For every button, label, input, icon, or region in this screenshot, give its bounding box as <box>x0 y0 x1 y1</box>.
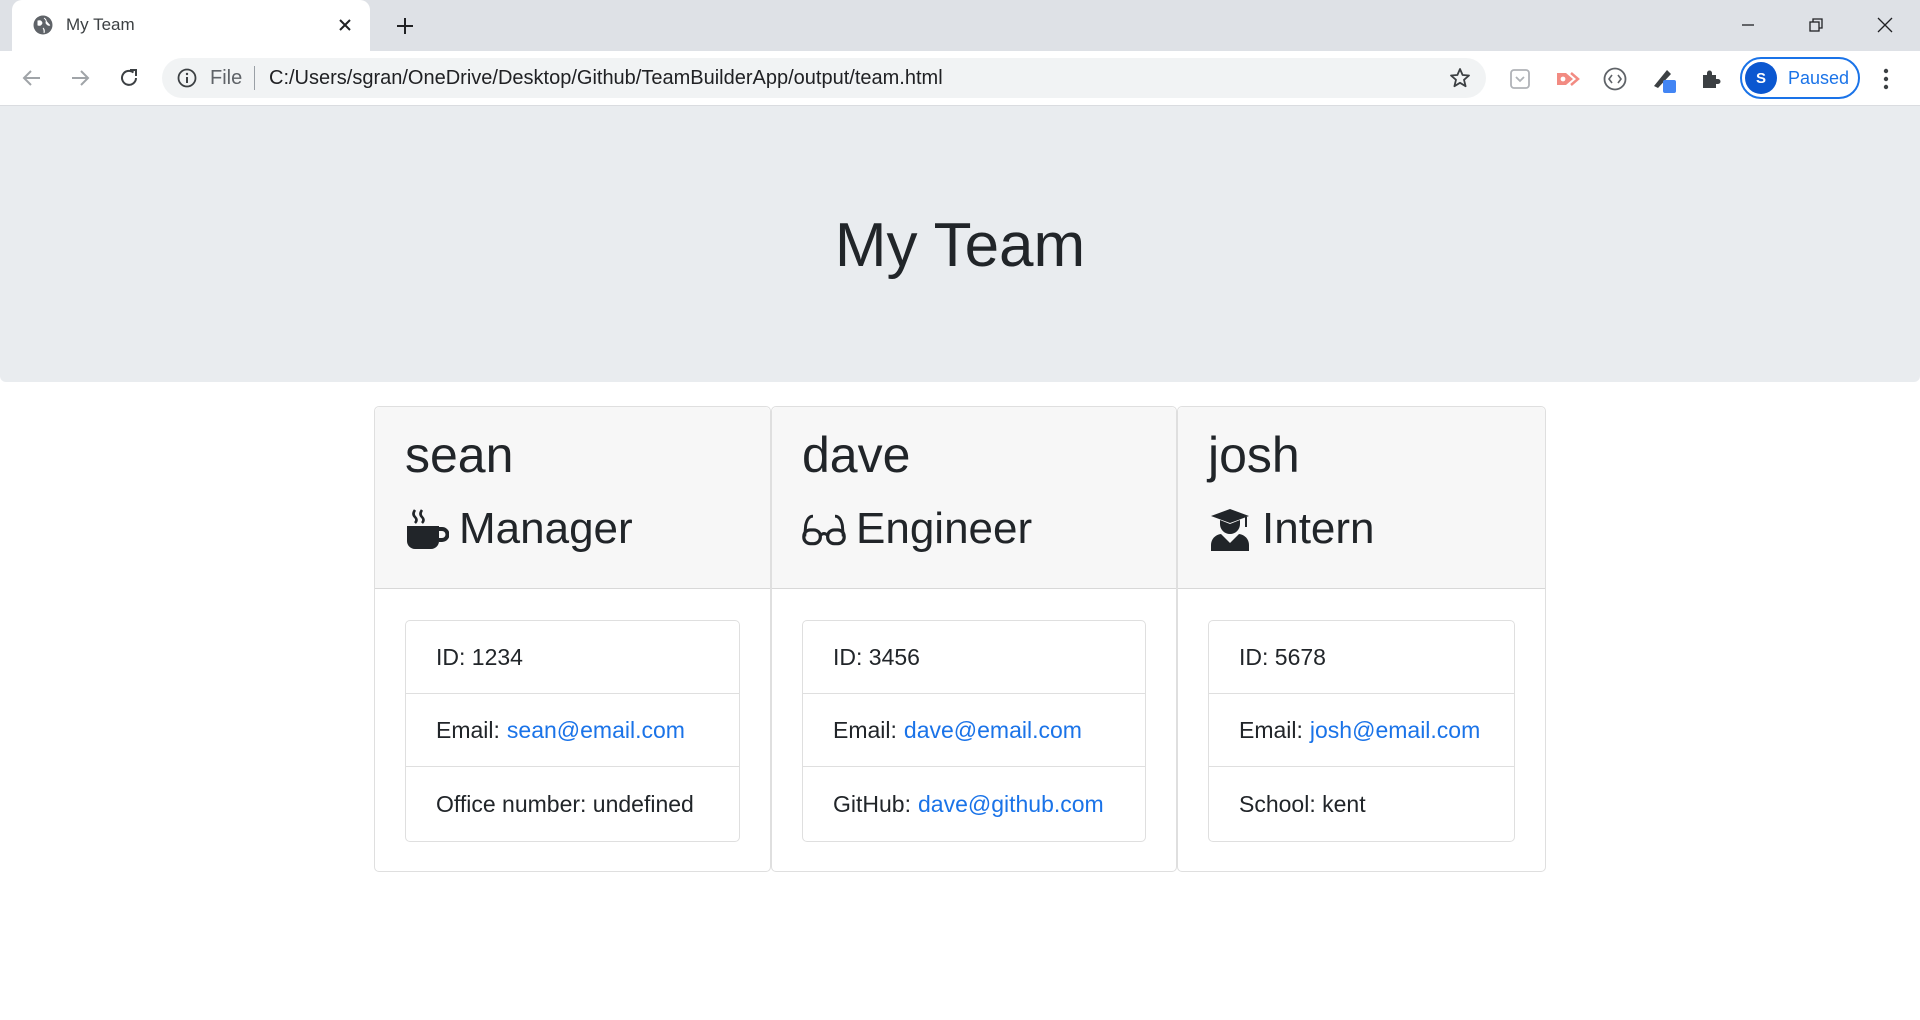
back-button[interactable] <box>17 63 47 93</box>
profile-button[interactable]: S Paused <box>1740 57 1860 99</box>
email-label: Email: <box>1239 716 1303 743</box>
list-item-id: ID: 1234 <box>406 621 739 694</box>
screencast-extension-icon[interactable] <box>1553 65 1581 93</box>
list-item-id: ID: 5678 <box>1209 621 1514 694</box>
employee-name: dave <box>802 427 911 483</box>
profile-status: Paused <box>1788 68 1850 88</box>
list-item-id: ID: 3456 <box>803 621 1145 694</box>
employee-card-manager: sean Manager ID: 1234 Email: sean@email.… <box>374 406 771 872</box>
forward-button[interactable] <box>65 63 95 93</box>
employee-role: Engineer <box>802 499 1032 559</box>
employee-card-intern: josh Intern ID: 5678 Email: josh@email.c… <box>1177 406 1546 872</box>
email-link[interactable]: dave@email.com <box>904 717 1082 744</box>
url-scheme: File <box>210 67 243 89</box>
puzzle-extensions-icon[interactable] <box>1697 65 1725 93</box>
restore-button[interactable] <box>1801 10 1831 40</box>
office-number-text: Office number: undefined <box>436 790 694 817</box>
info-icon[interactable] <box>176 67 198 89</box>
list-item-email: Email: josh@email.com <box>1209 694 1514 767</box>
minimize-button[interactable] <box>1733 10 1763 40</box>
code-extension-icon[interactable] <box>1601 65 1629 93</box>
id-text: ID: 3456 <box>833 643 920 670</box>
id-text: ID: 1234 <box>436 643 523 670</box>
page-title: My Team <box>834 211 1086 280</box>
browser-tab[interactable]: My Team <box>12 0 370 51</box>
github-label: GitHub: <box>833 790 911 817</box>
page-header: My Team <box>0 106 1920 382</box>
employee-role: Manager <box>405 499 633 559</box>
address-bar[interactable]: File C:/Users/sgran/OneDrive/Desktop/Git… <box>162 58 1486 98</box>
user-graduate-icon <box>1208 507 1252 551</box>
role-label: Intern <box>1262 504 1375 553</box>
glasses-icon <box>802 507 846 551</box>
more-menu-icon[interactable] <box>1874 65 1898 93</box>
globe-icon <box>32 14 54 36</box>
card-header: josh Intern <box>1178 407 1545 589</box>
card-header: dave Engineer <box>772 407 1176 589</box>
bookmark-star-icon[interactable] <box>1448 66 1472 90</box>
new-tab-button[interactable] <box>391 12 419 40</box>
id-text: ID: 5678 <box>1239 643 1326 670</box>
tab-strip: My Team <box>0 0 1920 51</box>
employee-card-engineer: dave Engineer ID: 3456 Email: dave@email… <box>771 406 1177 872</box>
card-header: sean Manager <box>375 407 770 589</box>
role-label: Engineer <box>856 504 1033 553</box>
employee-name: sean <box>405 427 514 483</box>
close-icon[interactable] <box>334 14 356 36</box>
url-text[interactable]: C:/Users/sgran/OneDrive/Desktop/Github/T… <box>269 67 943 89</box>
list-item-school: School: kent <box>1209 767 1514 841</box>
email-link[interactable]: josh@email.com <box>1310 717 1480 744</box>
info-list: ID: 3456 Email: dave@email.com GitHub: d… <box>802 620 1146 842</box>
employee-name: josh <box>1208 427 1300 483</box>
close-window-button[interactable] <box>1870 10 1900 40</box>
list-item-github: GitHub: dave@github.com <box>803 767 1145 841</box>
email-link[interactable]: sean@email.com <box>507 717 685 744</box>
employee-role: Intern <box>1208 499 1375 559</box>
list-item-email: Email: dave@email.com <box>803 694 1145 767</box>
color-picker-extension-icon[interactable] <box>1650 65 1678 93</box>
info-list: ID: 1234 Email: sean@email.com Office nu… <box>405 620 740 842</box>
list-item-office-number: Office number: undefined <box>406 767 739 841</box>
email-label: Email: <box>833 716 897 743</box>
list-item-email: Email: sean@email.com <box>406 694 739 767</box>
reload-button[interactable] <box>114 63 144 93</box>
browser-toolbar: File C:/Users/sgran/OneDrive/Desktop/Git… <box>0 51 1920 106</box>
divider <box>254 66 255 90</box>
email-label: Email: <box>436 716 500 743</box>
github-link[interactable]: dave@github.com <box>918 791 1104 818</box>
avatar: S <box>1745 62 1777 94</box>
role-label: Manager <box>459 504 633 553</box>
pocket-extension-icon[interactable] <box>1506 65 1534 93</box>
coffee-icon <box>405 507 449 551</box>
tab-title: My Team <box>66 15 135 34</box>
info-list: ID: 5678 Email: josh@email.com School: k… <box>1208 620 1515 842</box>
school-text: School: kent <box>1239 790 1366 817</box>
